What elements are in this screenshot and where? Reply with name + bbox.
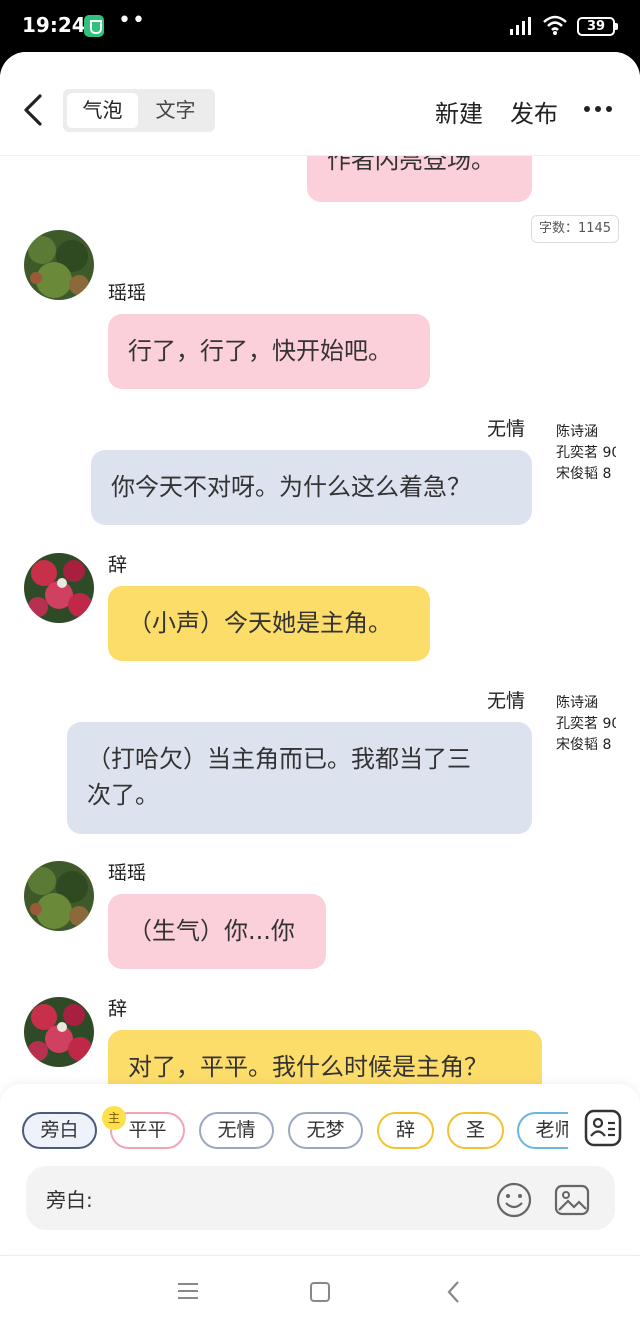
message-text: （打哈欠）当主角而已。我都当了三 [87,745,471,773]
status-time: 19:24 [22,13,86,37]
message-text: 对了，平平。我什么时候是主角？ [128,1053,488,1081]
avatar[interactable] [24,997,94,1067]
role-chip[interactable]: 无梦 [288,1112,363,1149]
recent-apps-icon[interactable] [177,1281,199,1301]
back-icon[interactable] [14,90,54,130]
input-role-label: 旁白: [46,1188,93,1212]
reader-item: 陈诗涵 [556,695,598,711]
chat-area[interactable]: 作者闪亮登场。 字数：1145 瑶瑶 行了，行了，快开始吧。 无情 你今天不对呀… [0,156,640,1096]
protagonist-badge: 主 [102,1106,126,1130]
message-bubble[interactable]: 你今天不对呀。为什么这么着急？ [91,450,532,525]
emoji-icon[interactable] [495,1181,533,1219]
speaker-name: 瑶瑶 [108,282,147,304]
message-text: （生气）你...你 [128,917,295,945]
speaker-name: 辞 [108,554,128,576]
role-selector[interactable]: 旁白 主 平平 无情 无梦 辞 圣 老师 [0,1106,568,1162]
composer-panel: 旁白 主 平平 无情 无梦 辞 圣 老师 旁白: [0,1084,640,1254]
message-text: 你今天不对呀。为什么这么着急？ [111,473,471,501]
speaker-name: 无情 [487,690,526,712]
more-icon[interactable] [584,106,614,114]
signal-icon [510,17,531,35]
wifi-icon [543,15,567,35]
role-chip[interactable]: 无情 [199,1112,274,1149]
back-nav-icon[interactable] [444,1280,464,1304]
battery-icon: 39 [577,17,618,36]
reader-item: 陈诗涵 [556,424,598,440]
speaker-name: 瑶瑶 [108,862,147,884]
app-screen: 气泡 文字 新建 发布 作者闪亮登场。 字数：1145 瑶瑶 行了，行了，快开始… [0,52,640,1333]
system-nav-bar [0,1255,640,1333]
top-bar: 气泡 文字 新建 发布 [0,52,640,156]
reader-item: 宋俊韬 8 [556,737,612,753]
image-icon[interactable] [553,1181,591,1219]
message-text: 次了。 [87,781,159,809]
word-count-badge: 字数：1145 [531,215,619,243]
publish-button[interactable]: 发布 [510,94,558,129]
home-icon[interactable] [310,1282,330,1302]
reader-list: 陈诗涵 孔奕茗 90 宋俊韬 8 [556,422,616,485]
avatar[interactable] [24,861,94,931]
new-button[interactable]: 新建 [435,94,483,129]
status-bar: 19:24 •• 39 [0,0,640,52]
tab-bubble[interactable]: 气泡 [67,93,138,128]
speaker-name: 辞 [108,998,128,1020]
role-chip[interactable]: 老师 [517,1112,568,1149]
reader-list: 陈诗涵 孔奕茗 90 宋俊韬 8 [556,693,616,756]
message-bubble[interactable]: 行了，行了，快开始吧。 [108,314,430,389]
reader-item: 孔奕茗 90 [556,716,616,732]
avatar[interactable] [24,553,94,623]
message-bubble[interactable]: （小声）今天她是主角。 [108,586,430,661]
character-list-icon[interactable] [583,1108,623,1148]
tab-text[interactable]: 文字 [140,93,211,128]
message-text: 作者闪亮登场。 [327,156,495,174]
more-notifications-icon: •• [118,8,146,33]
role-chip-narrator[interactable]: 旁白 [22,1112,97,1149]
reader-item: 宋俊韬 8 [556,466,612,482]
avatar[interactable] [24,230,94,300]
message-input[interactable]: 旁白: [26,1166,615,1230]
role-chip[interactable]: 辞 [377,1112,434,1149]
mode-switch: 气泡 文字 [63,89,215,132]
message-bubble-author[interactable]: 作者闪亮登场。 [307,156,532,202]
message-bubble[interactable]: （生气）你...你 [108,894,326,969]
reader-item: 孔奕茗 90 [556,445,616,461]
message-text: （小声）今天她是主角。 [128,609,392,637]
message-text: 行了，行了，快开始吧。 [128,337,392,365]
role-chip[interactable]: 圣 [447,1112,504,1149]
speaker-name: 无情 [487,418,526,440]
message-bubble[interactable]: （打哈欠）当主角而已。我都当了三 次了。 [67,722,532,834]
shield-icon [84,15,104,37]
